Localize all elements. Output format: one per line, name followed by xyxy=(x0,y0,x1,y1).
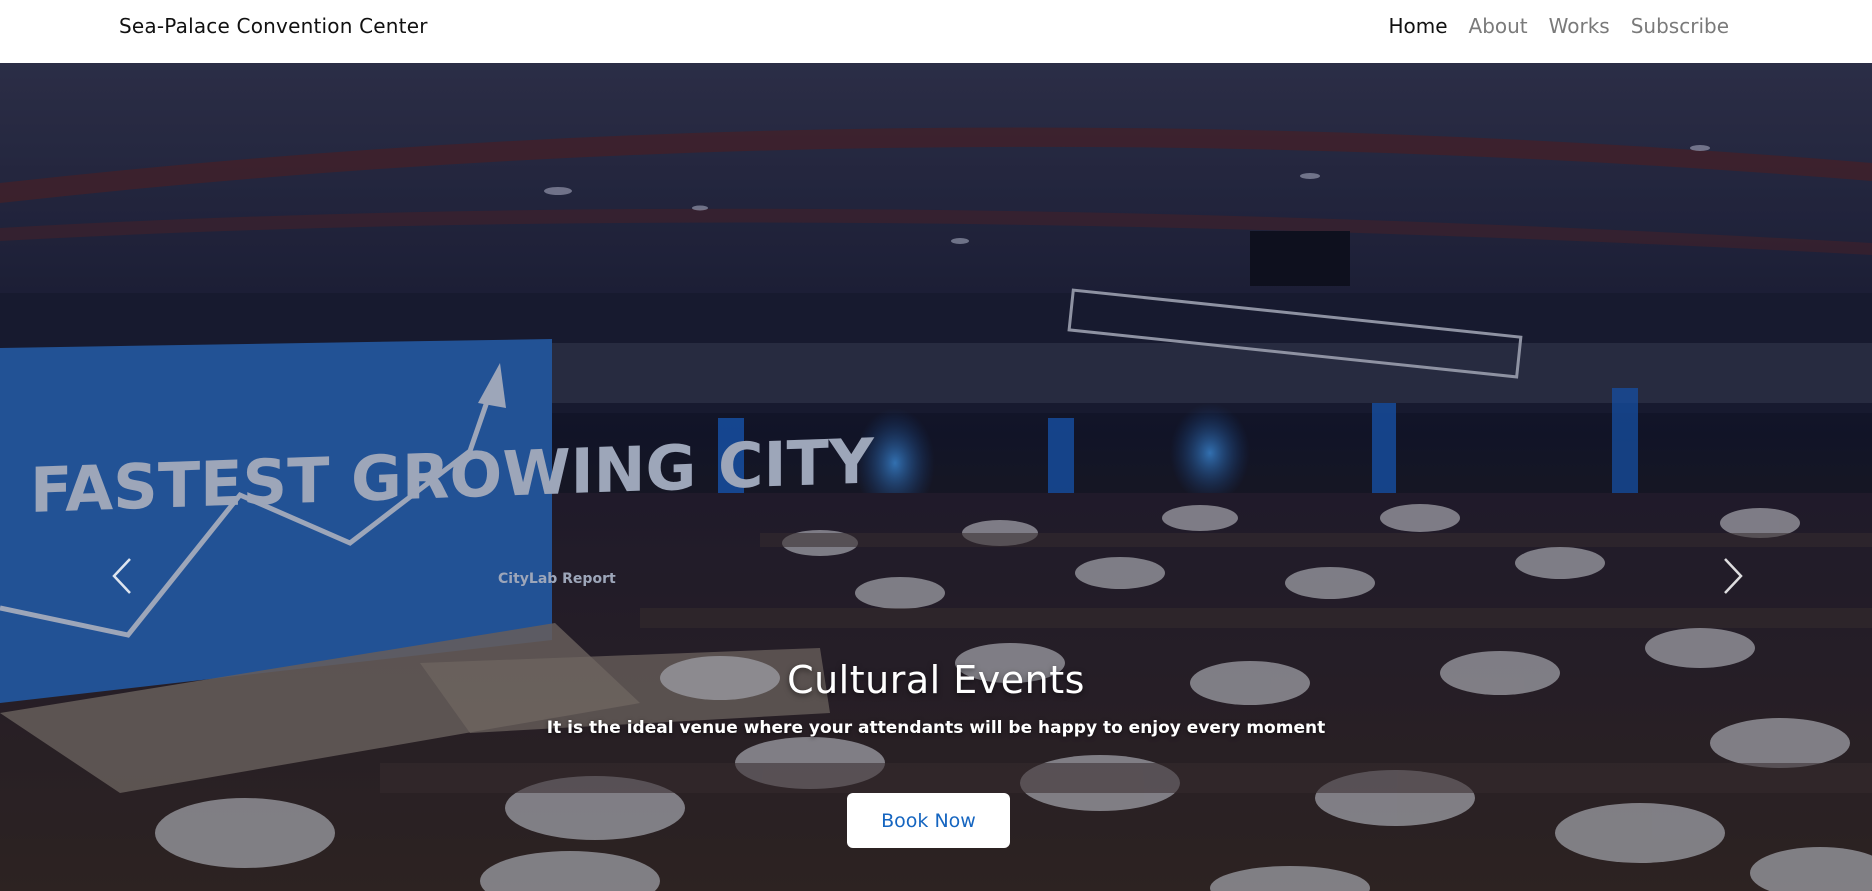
navbar: Sea-Palace Convention Center Home About … xyxy=(0,0,1872,63)
chevron-right-icon xyxy=(1724,558,1743,594)
nav-link-subscribe[interactable]: Subscribe xyxy=(1631,14,1729,38)
hero-dark-overlay xyxy=(0,63,1872,891)
nav-link-about[interactable]: About xyxy=(1469,14,1528,38)
nav-link-home[interactable]: Home xyxy=(1388,14,1447,38)
carousel-prev-button[interactable] xyxy=(108,555,138,597)
brand-logo-text[interactable]: Sea-Palace Convention Center xyxy=(119,14,428,38)
chevron-left-icon xyxy=(112,558,131,594)
slide-title: Cultural Events xyxy=(787,658,1085,702)
slide-subtitle: It is the ideal venue where your attenda… xyxy=(546,718,1326,738)
hero-carousel: FASTEST GROWING CITY CityLab Report Cult… xyxy=(0,63,1872,891)
book-now-button[interactable]: Book Now xyxy=(847,793,1010,848)
nav-link-works[interactable]: Works xyxy=(1549,14,1610,38)
nav-links: Home About Works Subscribe xyxy=(1388,14,1729,38)
carousel-next-button[interactable] xyxy=(1717,555,1747,597)
